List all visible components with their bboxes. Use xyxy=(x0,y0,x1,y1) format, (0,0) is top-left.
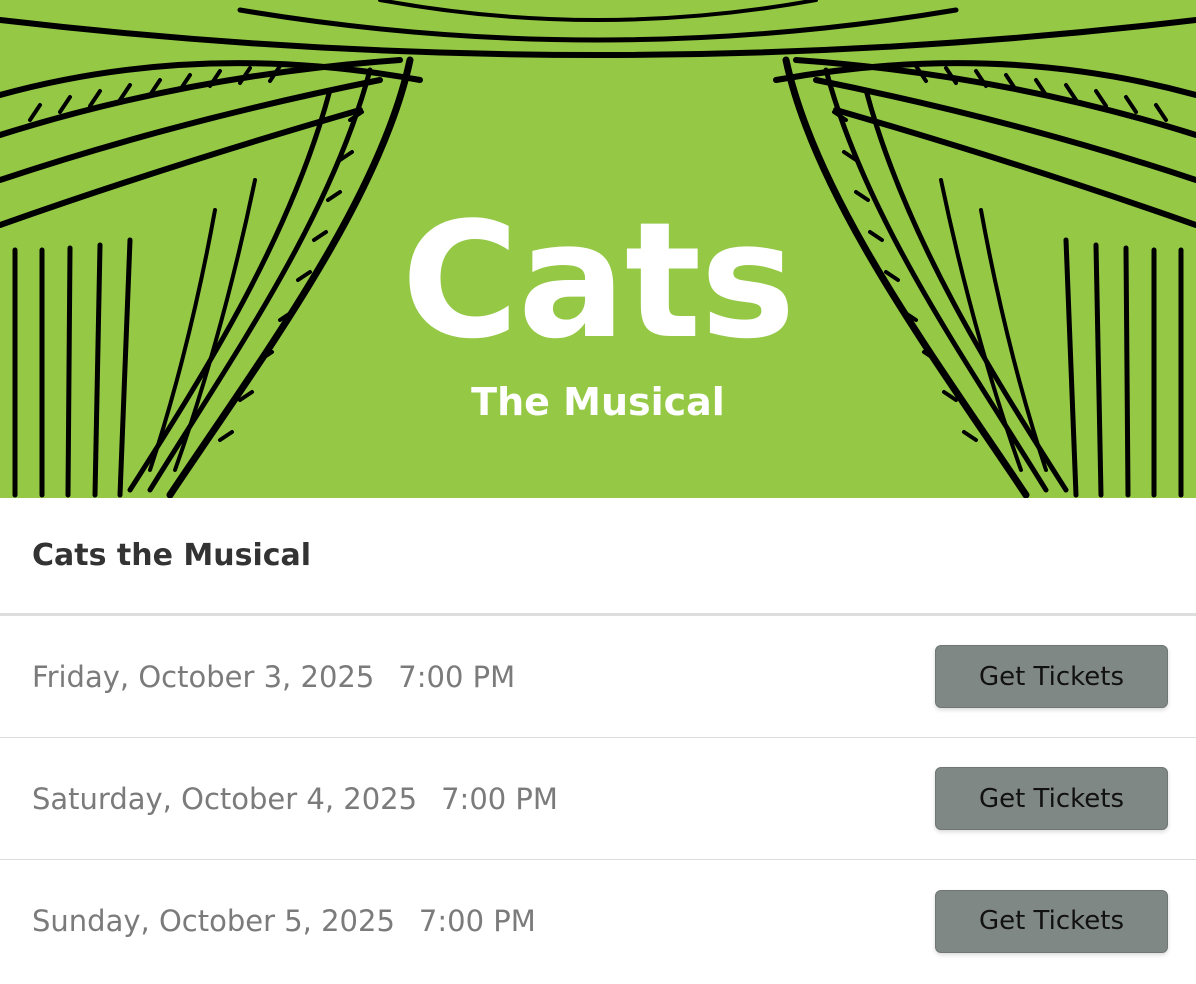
showtime-time: 7:00 PM xyxy=(398,659,516,694)
showtime-datetime: Friday, October 3, 2025 7:00 PM xyxy=(32,660,515,694)
event-banner: Cats The Musical xyxy=(0,0,1196,498)
showtime-date: Saturday, October 4, 2025 xyxy=(32,781,418,816)
showtime-datetime: Saturday, October 4, 2025 7:00 PM xyxy=(32,782,558,816)
showtime-row: Sunday, October 5, 2025 7:00 PM Get Ticke… xyxy=(0,860,1196,982)
showtime-row: Saturday, October 4, 2025 7:00 PM Get Tic… xyxy=(0,738,1196,860)
showtime-row: Friday, October 3, 2025 7:00 PM Get Ticke… xyxy=(0,616,1196,738)
banner-subtitle: The Musical xyxy=(471,380,725,424)
showtime-time: 7:00 PM xyxy=(441,781,558,816)
get-tickets-button[interactable]: Get Tickets xyxy=(935,645,1168,708)
showtime-datetime: Sunday, October 5, 2025 7:00 PM xyxy=(32,904,536,938)
showtime-date: Sunday, October 5, 2025 xyxy=(32,904,395,938)
event-card: Cats The Musical Cats the Musical Friday… xyxy=(0,0,1196,984)
event-title: Cats the Musical xyxy=(0,498,1196,616)
get-tickets-button[interactable]: Get Tickets xyxy=(935,767,1168,830)
banner-title: Cats xyxy=(401,187,795,374)
showtime-date: Friday, October 3, 2025 xyxy=(32,659,375,694)
showtime-time: 7:00 PM xyxy=(418,904,536,938)
get-tickets-button[interactable]: Get Tickets xyxy=(935,889,1168,953)
